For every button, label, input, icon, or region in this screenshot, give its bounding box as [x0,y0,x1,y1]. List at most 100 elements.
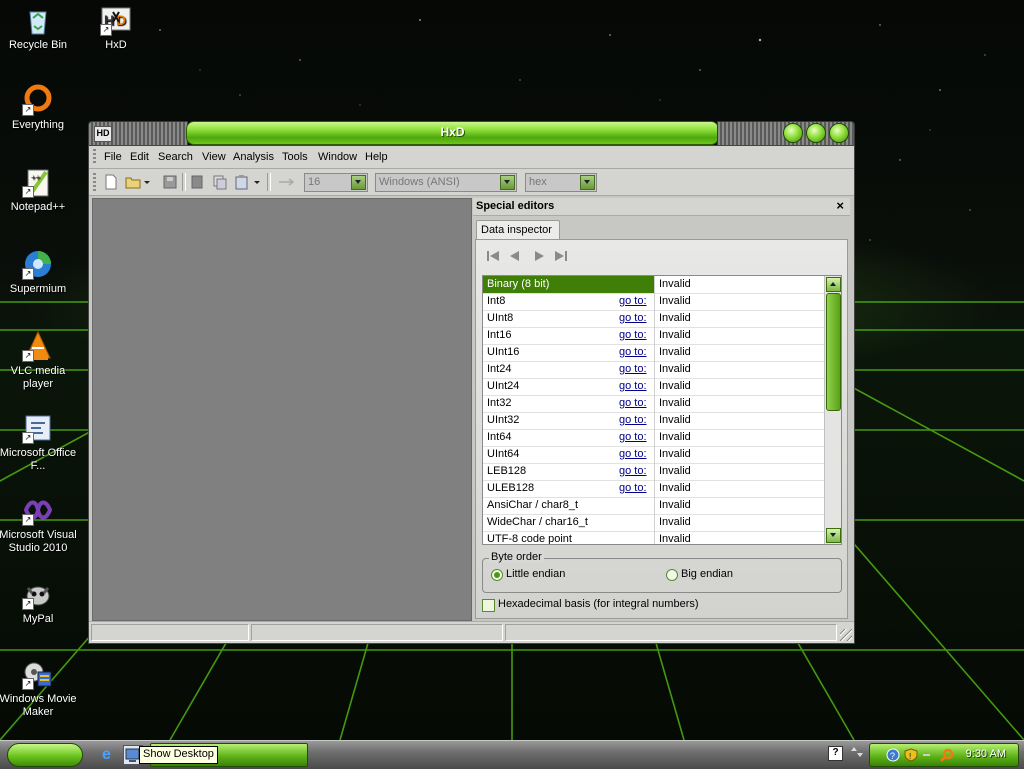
inspector-value-cell[interactable]: Invalid [654,480,826,497]
desktop-icon-visual-studio[interactable]: ↗ Microsoft Visual Studio 2010 [0,494,78,555]
security-shield-icon[interactable]: ! [904,748,918,762]
little-endian-radio[interactable] [491,569,503,581]
menu-file[interactable]: File [104,151,122,163]
scroll-down-button[interactable] [826,528,841,543]
tray-arrows-icon[interactable] [850,745,864,759]
open-folder-icon[interactable] [125,174,141,190]
little-endian-label[interactable]: Little endian [506,568,565,580]
copy-icon[interactable] [212,174,228,190]
help-icon[interactable]: ? [828,746,843,761]
new-file-icon[interactable] [103,174,119,190]
inspector-row[interactable]: Int24 go to: Invalid [483,361,825,379]
inspector-value-cell[interactable]: Invalid [654,429,826,446]
inspector-row[interactable]: UInt64 go to: Invalid [483,446,825,464]
network-icon[interactable] [922,748,940,762]
scroll-up-button[interactable] [826,277,841,292]
big-endian-label[interactable]: Big endian [681,568,733,580]
last-icon[interactable] [554,250,568,262]
inspector-value-cell[interactable]: Invalid [654,276,826,293]
inspector-value-cell[interactable]: Invalid [654,395,826,412]
paste-dropdown-arrow-icon[interactable] [253,174,261,190]
desktop-icon-notepadpp[interactable]: ++ ↗ Notepad++ [0,166,78,214]
inspector-value-cell[interactable]: Invalid [654,293,826,310]
desktop-icon-office[interactable]: ↗ Microsoft Office F... [0,412,78,473]
inspector-value-cell[interactable]: Invalid [654,344,826,361]
inspector-value-cell[interactable]: Invalid [654,310,826,327]
goto-link[interactable]: go to: [619,414,647,426]
scroll-thumb[interactable] [826,293,841,411]
desktop-icon-recycle-bin[interactable]: Recycle Bin [0,4,78,52]
hxd-app-icon[interactable]: HD [94,126,112,142]
resize-grip[interactable] [840,629,852,641]
charset-select[interactable]: Windows (ANSI) [375,173,517,192]
bytes-per-row-select[interactable]: 16 [304,173,368,192]
inspector-value-cell[interactable]: Invalid [654,514,826,531]
internet-explorer-icon[interactable]: e [102,747,118,763]
toolbar-grip[interactable] [93,173,96,191]
goto-link[interactable]: go to: [619,295,647,307]
inspector-row[interactable]: AnsiChar / char8_t Invalid [483,497,825,515]
close-button[interactable] [829,123,849,143]
cut-icon[interactable] [189,174,205,190]
chevron-down-icon[interactable] [351,175,366,190]
inspector-value-cell[interactable]: Invalid [654,412,826,429]
menu-analysis[interactable]: Analysis [233,151,274,163]
next-icon[interactable] [532,250,546,262]
paste-icon[interactable] [234,174,250,190]
mdi-client-area[interactable] [92,198,472,621]
inspector-row[interactable]: Int16 go to: Invalid [483,327,825,345]
desktop-icon-movie-maker[interactable]: ↗ Windows Movie Maker [0,658,78,719]
goto-link[interactable]: go to: [619,380,647,392]
menu-window[interactable]: Window [318,151,357,163]
inspector-row[interactable]: UInt16 go to: Invalid [483,344,825,362]
inspector-row[interactable]: Int32 go to: Invalid [483,395,825,413]
chevron-down-icon[interactable] [580,175,595,190]
inspector-value-cell[interactable]: Invalid [654,361,826,378]
open-dropdown-arrow-icon[interactable] [143,174,151,190]
inspector-value-cell[interactable]: Invalid [654,327,826,344]
inspector-row[interactable]: Binary (8 bit) Invalid [483,276,825,294]
title-bar[interactable]: HD HxD [88,117,855,147]
inspector-row[interactable]: Int64 go to: Invalid [483,429,825,447]
help-circle-icon[interactable]: ? [886,748,900,762]
inspector-row[interactable]: ULEB128 go to: Invalid [483,480,825,498]
inspector-value-cell[interactable]: Invalid [654,497,826,514]
big-endian-radio[interactable] [666,569,678,581]
inspector-value-cell[interactable]: Invalid [654,463,826,480]
menu-bar-grip[interactable] [93,149,96,165]
clock[interactable]: 9:30 AM [966,748,1006,760]
inspector-value-cell[interactable]: Invalid [654,531,826,544]
menu-edit[interactable]: Edit [130,151,149,163]
inspector-row[interactable]: UInt32 go to: Invalid [483,412,825,430]
goto-link[interactable]: go to: [619,397,647,409]
inspector-row[interactable]: Int8 go to: Invalid [483,293,825,311]
inspector-row[interactable]: WideChar / char16_t Invalid [483,514,825,532]
desktop-icon-hxd[interactable]: HD ↗ HxD [76,4,156,52]
offset-base-select[interactable]: hex [525,173,597,192]
menu-view[interactable]: View [202,151,226,163]
goto-link[interactable]: go to: [619,363,647,375]
inspector-row[interactable]: UInt24 go to: Invalid [483,378,825,396]
desktop-icon-everything[interactable]: ↗ Everything [0,84,78,132]
goto-link[interactable]: go to: [619,448,647,460]
goto-link[interactable]: go to: [619,312,647,324]
goto-link[interactable]: go to: [619,431,647,443]
hex-basis-label[interactable]: Hexadecimal basis (for integral numbers) [498,598,699,610]
save-icon[interactable] [162,174,178,190]
inspector-value-cell[interactable]: Invalid [654,446,826,463]
vertical-scrollbar[interactable] [824,276,841,544]
goto-link[interactable]: go to: [619,346,647,358]
menu-help[interactable]: Help [365,151,388,163]
minimize-button[interactable] [783,123,803,143]
inspector-row[interactable]: UInt8 go to: Invalid [483,310,825,328]
hex-basis-checkbox[interactable] [482,599,495,612]
goto-link[interactable]: go to: [619,465,647,477]
first-icon[interactable] [486,250,500,262]
tab-data-inspector[interactable]: Data inspector [476,220,560,240]
chevron-down-icon[interactable] [500,175,515,190]
previous-icon[interactable] [508,250,522,262]
inspector-row[interactable]: UTF-8 code point Invalid [483,531,826,544]
desktop-icon-supermium[interactable]: ↗ Supermium [0,248,78,296]
menu-search[interactable]: Search [158,151,193,163]
desktop-icon-vlc[interactable]: ↗ VLC media player [0,330,78,391]
